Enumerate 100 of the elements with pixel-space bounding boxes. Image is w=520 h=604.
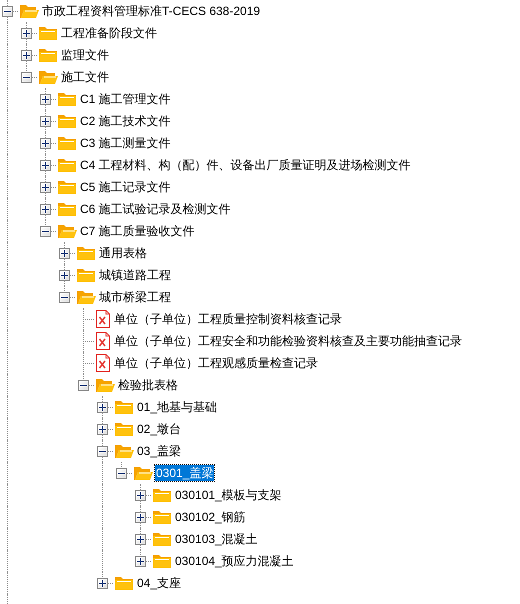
folder-item[interactable]: C5 施工记录文件 xyxy=(79,179,172,195)
collapse-toggle[interactable] xyxy=(116,468,127,479)
folder-item[interactable]: 030101_模板与支架 xyxy=(174,487,283,503)
expand-toggle[interactable] xyxy=(97,402,108,413)
folder-item[interactable]: 通用表格 xyxy=(98,245,148,261)
folder-icon xyxy=(152,509,172,525)
plus-icon xyxy=(41,206,50,213)
spreadsheet-file-icon xyxy=(95,332,111,350)
plus-icon xyxy=(41,184,50,191)
minus-icon xyxy=(3,8,12,15)
file-item[interactable]: 单位（子单位）工程质量控制资料核查记录 xyxy=(113,311,343,327)
expand-toggle[interactable] xyxy=(135,512,146,523)
folder-item[interactable]: 0301_盖梁 xyxy=(155,465,214,481)
folder-icon xyxy=(114,421,134,437)
file-item[interactable]: 单位（子单位）工程安全和功能检验资料核查及主要功能抽查记录 xyxy=(113,333,463,349)
folder-icon xyxy=(114,399,134,415)
expand-toggle[interactable] xyxy=(40,138,51,149)
minus-icon xyxy=(22,74,31,81)
expand-toggle[interactable] xyxy=(97,424,108,435)
folder-icon xyxy=(57,135,77,151)
plus-icon xyxy=(98,404,107,411)
expand-toggle[interactable] xyxy=(40,94,51,105)
collapse-toggle[interactable] xyxy=(59,292,70,303)
folder-item[interactable]: 监理文件 xyxy=(60,47,110,63)
folder-item[interactable]: C7 施工质量验收文件 xyxy=(79,223,196,239)
expand-toggle[interactable] xyxy=(97,578,108,589)
plus-icon xyxy=(60,250,69,257)
folder-item[interactable]: C1 施工管理文件 xyxy=(79,91,172,107)
collapse-toggle[interactable] xyxy=(21,72,32,83)
folder-item[interactable]: 030103_混凝土 xyxy=(174,531,259,547)
expand-toggle[interactable] xyxy=(40,204,51,215)
collapse-toggle[interactable] xyxy=(78,380,89,391)
plus-icon xyxy=(22,30,31,37)
expand-toggle[interactable] xyxy=(135,534,146,545)
plus-icon xyxy=(98,426,107,433)
minus-icon xyxy=(117,470,126,477)
folder-item[interactable]: 02_墩台 xyxy=(136,421,182,437)
collapse-toggle[interactable] xyxy=(40,226,51,237)
folder-icon xyxy=(152,531,172,547)
plus-icon xyxy=(22,52,31,59)
folder-icon xyxy=(152,553,172,569)
plus-icon xyxy=(136,558,145,565)
folder-item[interactable]: C3 施工测量文件 xyxy=(79,135,172,151)
expand-toggle[interactable] xyxy=(135,556,146,567)
minus-icon xyxy=(79,382,88,389)
expand-toggle[interactable] xyxy=(21,50,32,61)
folder-item[interactable]: 030102_钢筋 xyxy=(174,509,247,525)
folder-icon xyxy=(57,113,77,129)
folder-item[interactable]: 城市桥梁工程 xyxy=(98,289,172,305)
plus-icon xyxy=(136,536,145,543)
expand-toggle[interactable] xyxy=(59,270,70,281)
open-folder-icon xyxy=(114,443,134,459)
file-item[interactable]: 单位（子单位）工程观感质量检查记录 xyxy=(113,355,319,371)
folder-icon xyxy=(76,245,96,261)
spreadsheet-file-icon xyxy=(95,354,111,372)
expand-toggle[interactable] xyxy=(40,160,51,171)
folder-icon xyxy=(38,25,58,41)
folder-item[interactable]: 市政工程资料管理标准T-CECS 638-2019 xyxy=(41,3,262,19)
folder-item[interactable]: 城镇道路工程 xyxy=(98,267,172,283)
folder-icon xyxy=(38,47,58,63)
folder-icon xyxy=(114,575,134,591)
open-folder-icon xyxy=(57,223,77,239)
open-folder-icon xyxy=(133,465,153,481)
folder-item[interactable]: 030104_预应力混凝土 xyxy=(174,553,295,569)
collapse-toggle[interactable] xyxy=(97,446,108,457)
expand-toggle[interactable] xyxy=(40,182,51,193)
folder-item[interactable]: C4 工程材料、构（配）件、设备出厂质量证明及进场检测文件 xyxy=(79,157,412,173)
folder-item[interactable]: 施工文件 xyxy=(60,69,110,85)
plus-icon xyxy=(41,96,50,103)
plus-icon xyxy=(41,118,50,125)
open-folder-icon xyxy=(95,377,115,393)
open-folder-icon xyxy=(19,3,39,19)
folder-item[interactable]: C6 施工试验记录及检测文件 xyxy=(79,201,232,217)
expand-toggle[interactable] xyxy=(40,116,51,127)
plus-icon xyxy=(98,580,107,587)
minus-icon xyxy=(98,448,107,455)
collapse-toggle[interactable] xyxy=(2,6,13,17)
plus-icon xyxy=(136,514,145,521)
folder-icon xyxy=(57,201,77,217)
folder-icon xyxy=(152,487,172,503)
plus-icon xyxy=(41,140,50,147)
folder-icon xyxy=(76,267,96,283)
folder-item[interactable]: 工程准备阶段文件 xyxy=(60,25,158,41)
folder-item[interactable]: C2 施工技术文件 xyxy=(79,113,172,129)
plus-icon xyxy=(41,162,50,169)
plus-icon xyxy=(60,272,69,279)
folder-icon xyxy=(57,157,77,173)
folder-icon xyxy=(57,91,77,107)
open-folder-icon xyxy=(76,289,96,305)
folder-item[interactable]: 04_支座 xyxy=(136,575,182,591)
folder-item[interactable]: 03_盖梁 xyxy=(136,443,182,459)
folder-item[interactable]: 01_地基与基础 xyxy=(136,399,218,415)
expand-toggle[interactable] xyxy=(21,28,32,39)
open-folder-icon xyxy=(38,69,58,85)
expand-toggle[interactable] xyxy=(135,490,146,501)
expand-toggle[interactable] xyxy=(59,248,70,259)
folder-icon xyxy=(57,179,77,195)
minus-icon xyxy=(60,294,69,301)
folder-item[interactable]: 检验批表格 xyxy=(117,377,179,393)
plus-icon xyxy=(136,492,145,499)
